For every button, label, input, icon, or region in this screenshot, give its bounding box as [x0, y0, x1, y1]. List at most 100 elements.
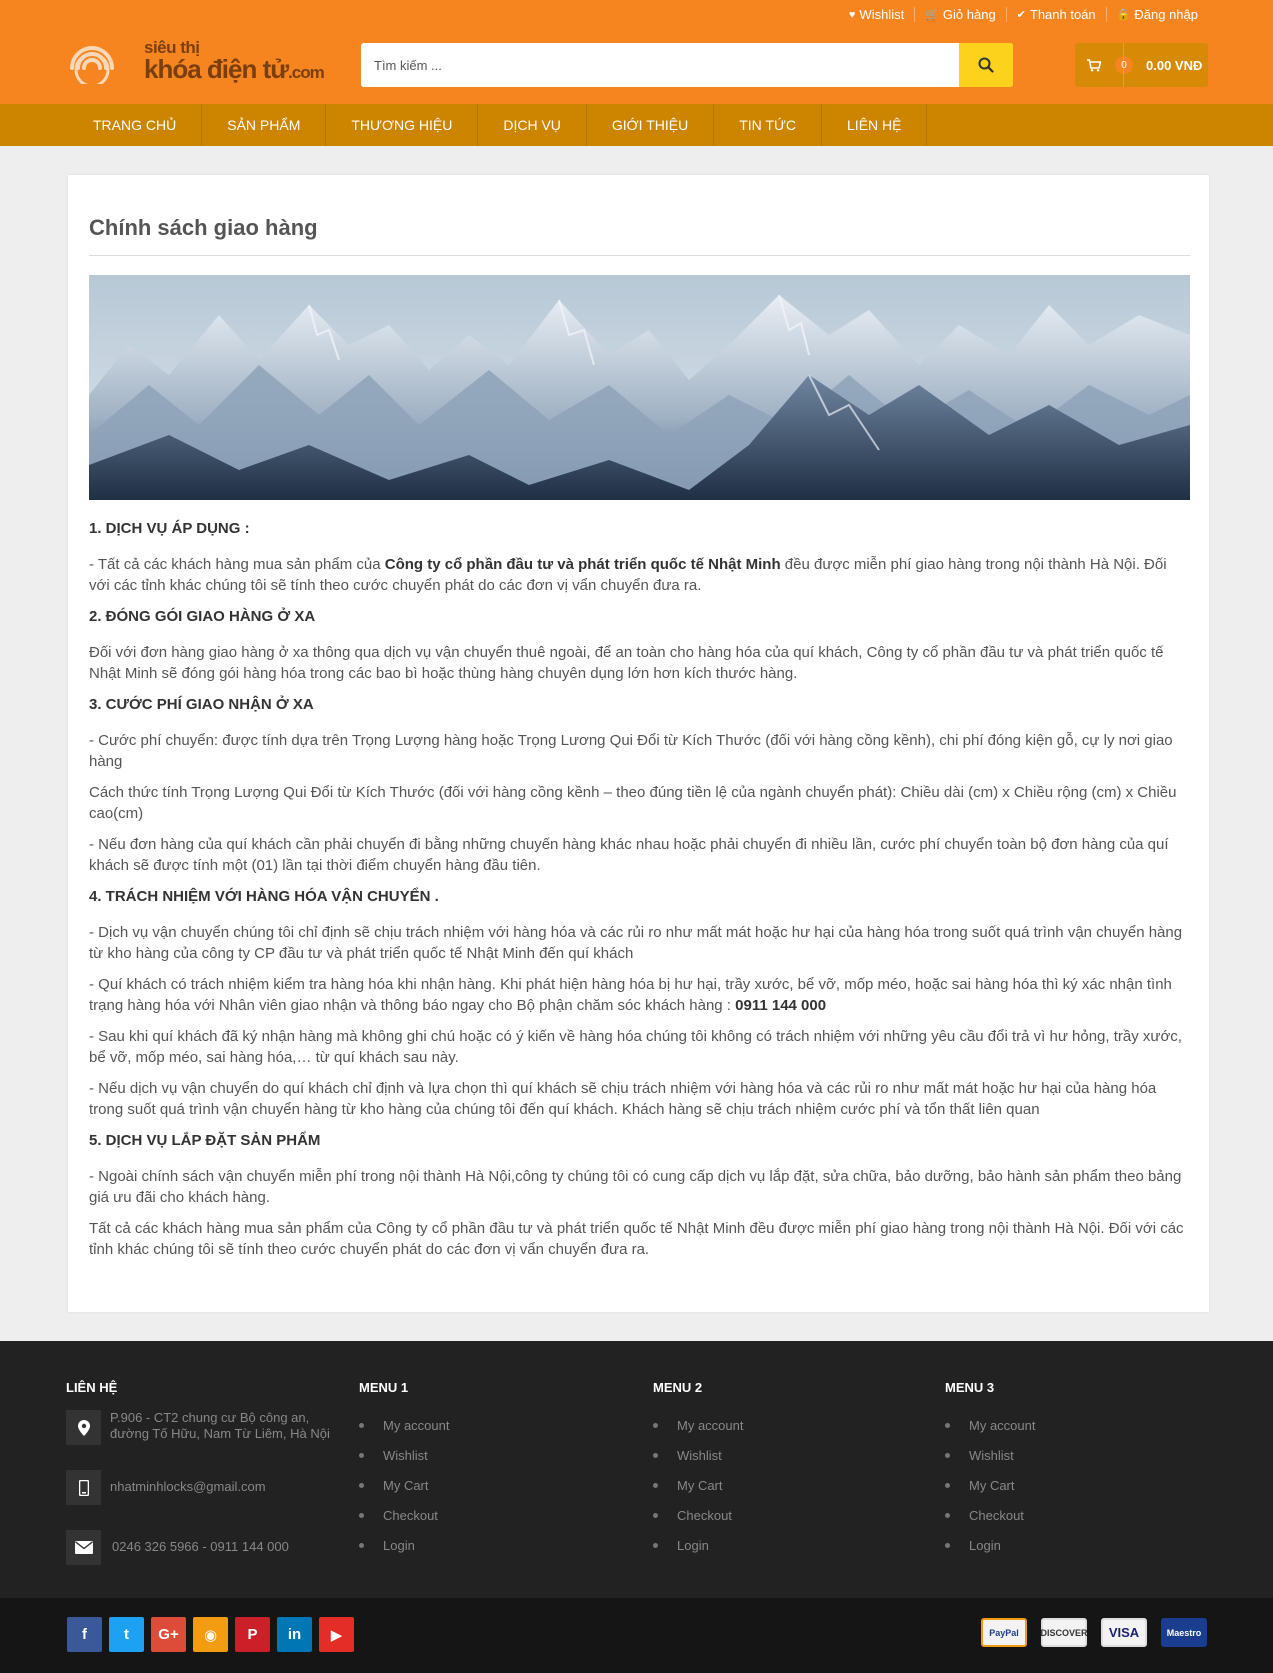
- paragraph: - Nếu dịch vụ vận chuyển do quí khách ch…: [89, 1080, 1157, 1118]
- footer-menu-2: MENU 2 My account Wishlist My Cart Checkout…: [653, 1380, 903, 1560]
- payment-methods: PayPal DISCOVER VISA Maestro: [981, 1618, 1207, 1647]
- nav-item-6[interactable]: LIÊN HỆ: [822, 104, 928, 146]
- bullet-icon: [359, 1482, 364, 1488]
- paragraph: Đối với đơn hàng giao hàng ở xa thông qu…: [89, 644, 1164, 682]
- footer-menu-link[interactable]: My account: [359, 1410, 609, 1440]
- top-links: ♥ Wishlist 🛒 Giỏ hàng ✔ Thanh toán 🔒 Đăng nhập: [839, 7, 1208, 22]
- footer-heading: LIÊN HỆ: [66, 1380, 118, 1395]
- top-link-đăng-nhập[interactable]: 🔒 Đăng nhập: [1105, 7, 1208, 22]
- section-heading: 5. DỊCH VỤ LẮP ĐẶT SẢN PHẨM: [89, 1132, 321, 1149]
- nav-item-5[interactable]: TIN TỨC: [714, 104, 823, 146]
- discover-icon: DISCOVER: [1041, 1618, 1088, 1647]
- footer-menu-link[interactable]: Checkout: [945, 1500, 1195, 1530]
- footer-menu-link[interactable]: Wishlist: [945, 1440, 1195, 1470]
- linkedin-icon[interactable]: in: [277, 1617, 312, 1652]
- footer-menu-link[interactable]: Login: [359, 1530, 609, 1560]
- nav-item-0[interactable]: TRANG CHỦ: [68, 104, 203, 146]
- footer-menu-label: My account: [969, 1417, 1036, 1433]
- footer-menu-link[interactable]: My account: [653, 1410, 903, 1440]
- footer-menu-3: MENU 3 My account Wishlist My Cart Checkout…: [945, 1380, 1195, 1560]
- contact-email: nhatminhlocks@gmail.com: [66, 1470, 336, 1505]
- footer-menu-label: Wishlist: [677, 1447, 722, 1463]
- bullet-icon: [359, 1422, 364, 1428]
- envelope-icon: [66, 1530, 101, 1565]
- pinterest-icon[interactable]: P: [235, 1617, 270, 1652]
- footer-menu-link[interactable]: Login: [945, 1530, 1195, 1560]
- search-button[interactable]: [959, 43, 1013, 87]
- bullet-icon: [945, 1512, 950, 1518]
- top-link-giỏ-hàng[interactable]: 🛒 Giỏ hàng: [914, 7, 1005, 22]
- youtube-icon[interactable]: ▶: [319, 1617, 354, 1652]
- site-logo[interactable]: siêu thị khóa điện tử.com: [66, 34, 326, 88]
- footer-menu-link[interactable]: Checkout: [653, 1500, 903, 1530]
- footer-heading: MENU 2: [653, 1380, 703, 1395]
- heart-icon: ♥: [848, 8, 856, 21]
- nav-item-1[interactable]: SẢN PHẨM: [202, 104, 327, 146]
- check-icon: ✔: [1016, 9, 1026, 21]
- footer-menu-link[interactable]: My Cart: [945, 1470, 1195, 1500]
- paragraph: - Sau khi quí khách đã ký nhận hàng mà k…: [89, 1028, 1182, 1066]
- rss-icon[interactable]: ◉: [193, 1617, 228, 1652]
- site-header: ♥ Wishlist 🛒 Giỏ hàng ✔ Thanh toán 🔒 Đăng nhập …: [0, 0, 1273, 104]
- visa-icon: VISA: [1101, 1618, 1147, 1647]
- nav-item-3[interactable]: DỊCH VỤ: [478, 104, 587, 146]
- maestro-icon: Maestro: [1161, 1618, 1207, 1647]
- search-input[interactable]: [361, 43, 959, 87]
- lock-icon: 🔒: [1116, 9, 1131, 21]
- bullet-icon: [359, 1512, 364, 1518]
- paypal-icon: PayPal: [981, 1618, 1027, 1647]
- section-heading: 3. CƯỚC PHÍ GIAO NHẬN Ở XA: [89, 696, 314, 713]
- footer-menu-link[interactable]: Checkout: [359, 1500, 609, 1530]
- content-panel: Chính sách giao hàng 1. DỊCH VỤ ÁP DỤNG …: [68, 175, 1209, 1312]
- mini-cart-button[interactable]: 0 0.00 VNĐ: [1075, 43, 1208, 87]
- footer-menu-label: Wishlist: [969, 1447, 1014, 1463]
- cart-divider: [1123, 43, 1124, 87]
- logo-mark-icon: [70, 46, 114, 84]
- twitter-icon[interactable]: t: [109, 1617, 144, 1652]
- paragraph: - Dịch vụ vận chuyển chúng tôi chỉ định …: [89, 924, 1183, 962]
- google-plus-icon[interactable]: G+: [151, 1617, 186, 1652]
- bullet-icon: [653, 1422, 658, 1428]
- footer-menu-label: Checkout: [383, 1507, 438, 1523]
- bullet-icon: [653, 1512, 658, 1518]
- footer-menu-label: My Cart: [383, 1477, 429, 1493]
- paragraph: Cách thức tính Trọng Lượng Qui Đổi từ Kí…: [89, 784, 1177, 822]
- section-heading: 2. ĐÓNG GÓI GIAO HÀNG Ở XA: [89, 608, 316, 625]
- footer-menu-link[interactable]: Wishlist: [359, 1440, 609, 1470]
- main-nav: TRANG CHỦ SẢN PHẨM THƯƠNG HIỆU DỊCH VỤ GIỚI …: [0, 104, 1273, 146]
- contact-phone: 0246 326 5966 - 0911 144 000: [66, 1530, 336, 1565]
- bullet-icon: [359, 1452, 364, 1458]
- contact-email-text[interactable]: nhatminhlocks@gmail.com: [110, 1479, 266, 1495]
- search-icon: [978, 57, 994, 73]
- footer-menu-link[interactable]: Wishlist: [653, 1440, 903, 1470]
- paragraph: Tất cả các khách hàng mua sản phẩm của C…: [89, 1220, 1184, 1258]
- top-link-wishlist[interactable]: ♥ Wishlist: [839, 7, 914, 22]
- policy-body: 1. DỊCH VỤ ÁP DỤNG : - Tất cả các khách …: [89, 518, 1190, 1270]
- top-link-thanh-toán[interactable]: ✔ Thanh toán: [1005, 7, 1106, 22]
- site-footer: LIÊN HỆ P.906 - CT2 chung cư Bộ công an,…: [0, 1341, 1273, 1598]
- footer-menu-link[interactable]: Login: [653, 1530, 903, 1560]
- map-marker-icon: [66, 1410, 101, 1445]
- bullet-icon: [945, 1542, 950, 1548]
- footer-menu-label: Login: [677, 1537, 709, 1553]
- facebook-icon[interactable]: f: [67, 1617, 102, 1652]
- top-link-label: Đăng nhập: [1134, 7, 1198, 22]
- bullet-icon: [945, 1482, 950, 1488]
- contact-address: P.906 - CT2 chung cư Bộ công an, đường T…: [66, 1410, 336, 1445]
- footer-menu-link[interactable]: My Cart: [653, 1470, 903, 1500]
- bullet-icon: [945, 1422, 950, 1428]
- nav-item-2[interactable]: THƯƠNG HIỆU: [326, 104, 479, 146]
- cart-total: 0.00 VNĐ: [1146, 57, 1203, 73]
- bullet-icon: [653, 1452, 658, 1458]
- footer-heading: MENU 1: [359, 1380, 409, 1395]
- top-link-label: Thanh toán: [1029, 7, 1096, 22]
- footer-menu-link[interactable]: My account: [945, 1410, 1195, 1440]
- nav-item-4[interactable]: GIỚI THIỆU: [587, 104, 715, 146]
- search-bar: [361, 43, 1013, 87]
- footer-menu-link[interactable]: My Cart: [359, 1470, 609, 1500]
- paragraph: - Nếu đơn hàng của quí khách cần phải ch…: [89, 836, 1169, 874]
- bullet-icon: [653, 1482, 658, 1488]
- section-heading: 4. TRÁCH NHIỆM VỚI HÀNG HÓA VẬN CHUYỂN .: [89, 888, 439, 905]
- title-divider: [89, 255, 1190, 256]
- banner-image-mountains: [89, 275, 1190, 500]
